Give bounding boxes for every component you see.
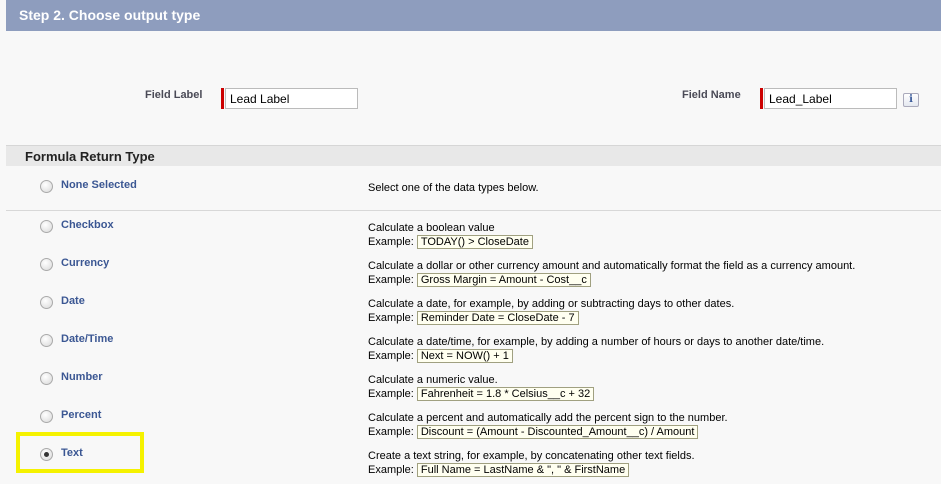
field-label-label: Field Label xyxy=(145,89,203,101)
type-example-currency: Example: Gross Margin = Amount - Cost__c xyxy=(368,273,591,287)
example-code: Full Name = LastName & ", " & FirstName xyxy=(416,463,630,477)
type-example-text: Example: Full Name = LastName & ", " & Fi… xyxy=(368,463,630,477)
type-desc-none-selected: Select one of the data types below. xyxy=(368,182,539,194)
example-code: Next = NOW() + 1 xyxy=(416,349,513,363)
example-label: Example: xyxy=(368,312,414,324)
example-label: Example: xyxy=(368,236,414,248)
type-example-percent: Example: Discount = (Amount - Discounted_… xyxy=(368,425,699,439)
radio-checkbox[interactable] xyxy=(40,220,53,233)
example-label: Example: xyxy=(368,274,414,286)
example-code: Fahrenheit = 1.8 * Celsius__c + 32 xyxy=(416,387,595,401)
type-name-percent[interactable]: Percent xyxy=(61,409,101,421)
type-desc-checkbox: Calculate a boolean value xyxy=(368,222,495,234)
example-code: Reminder Date = CloseDate - 7 xyxy=(416,311,579,325)
type-name-number[interactable]: Number xyxy=(61,371,103,383)
type-example-date: Example: Reminder Date = CloseDate - 7 xyxy=(368,311,579,325)
type-desc-date: Calculate a date, for example, by adding… xyxy=(368,298,735,310)
type-example-datetime: Example: Next = NOW() + 1 xyxy=(368,349,513,363)
type-desc-datetime: Calculate a date/time, for example, by a… xyxy=(368,336,825,348)
example-code: Gross Margin = Amount - Cost__c xyxy=(416,273,591,287)
field-label-required xyxy=(221,88,358,109)
example-label: Example: xyxy=(368,464,414,476)
field-name-required xyxy=(760,88,897,109)
radio-none-selected[interactable] xyxy=(40,180,53,193)
step-header: Step 2. Choose output type xyxy=(6,0,941,31)
example-code: Discount = (Amount - Discounted_Amount__… xyxy=(416,425,699,439)
type-desc-currency: Calculate a dollar or other currency amo… xyxy=(368,260,856,272)
type-name-datetime[interactable]: Date/Time xyxy=(61,333,113,345)
example-label: Example: xyxy=(368,388,414,400)
type-desc-percent: Calculate a percent and automatically ad… xyxy=(368,412,728,424)
radio-number[interactable] xyxy=(40,372,53,385)
radio-date[interactable] xyxy=(40,296,53,309)
step-title: Step 2. Choose output type xyxy=(19,7,201,23)
example-code: TODAY() > CloseDate xyxy=(416,235,533,249)
type-example-number: Example: Fahrenheit = 1.8 * Celsius__c + … xyxy=(368,387,595,401)
info-icon[interactable]: i xyxy=(903,93,919,107)
example-label: Example: xyxy=(368,350,414,362)
radio-datetime[interactable] xyxy=(40,334,53,347)
radio-currency[interactable] xyxy=(40,258,53,271)
radio-percent[interactable] xyxy=(40,410,53,423)
type-name-none-selected[interactable]: None Selected xyxy=(61,179,137,191)
type-desc-text: Create a text string, for example, by co… xyxy=(368,450,695,462)
type-name-currency[interactable]: Currency xyxy=(61,257,109,269)
field-name-label: Field Name xyxy=(682,89,741,101)
type-name-date[interactable]: Date xyxy=(61,295,85,307)
field-name-input[interactable] xyxy=(764,88,897,109)
type-name-checkbox[interactable]: Checkbox xyxy=(61,219,114,231)
section-title: Formula Return Type xyxy=(6,145,941,166)
type-example-checkbox: Example: TODAY() > CloseDate xyxy=(368,235,533,249)
type-desc-number: Calculate a numeric value. xyxy=(368,374,498,386)
divider xyxy=(6,210,941,211)
example-label: Example: xyxy=(368,426,414,438)
field-label-input[interactable] xyxy=(225,88,358,109)
field-row: Field Label Field Name i xyxy=(0,87,941,113)
highlight-box xyxy=(16,432,144,473)
